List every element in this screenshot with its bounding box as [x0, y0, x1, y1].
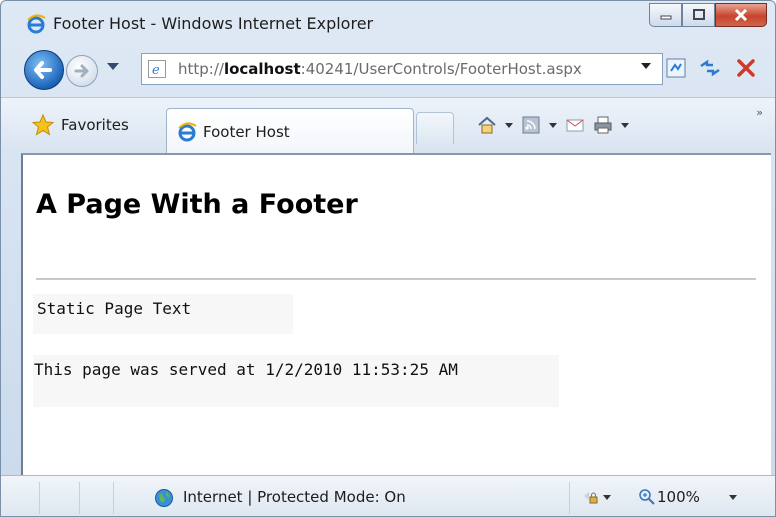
security-dropdown[interactable]	[603, 495, 611, 500]
internet-zone-globe-icon	[155, 489, 173, 507]
static-page-text: Static Page Text	[37, 299, 192, 318]
address-dropdown-button[interactable]	[641, 63, 651, 69]
minimize-icon	[660, 15, 671, 20]
back-button[interactable]	[24, 50, 64, 90]
status-segment	[79, 482, 80, 514]
browser-window: Footer Host - Windows Internet Explorer …	[0, 0, 776, 517]
page-favicon-icon: e	[148, 60, 166, 78]
page-heading: A Page With a Footer	[36, 189, 358, 220]
close-icon	[734, 9, 748, 21]
maximize-button[interactable]	[682, 3, 715, 27]
command-bar	[477, 112, 629, 138]
forward-arrow-icon	[74, 64, 89, 78]
compatibility-view-icon[interactable]	[665, 57, 687, 79]
maximize-icon	[692, 9, 705, 20]
url-path: :40241/UserControls/FooterHost.aspx	[300, 60, 582, 78]
tab-label: Footer Host	[203, 123, 290, 141]
title-bar: Footer Host - Windows Internet Explorer	[1, 1, 775, 43]
horizontal-rule	[36, 278, 756, 280]
url-host: localhost	[223, 60, 301, 78]
feeds-dropdown[interactable]	[549, 122, 557, 128]
print-icon[interactable]	[593, 115, 613, 135]
home-dropdown[interactable]	[505, 122, 513, 128]
close-window-button[interactable]	[715, 3, 767, 27]
status-segment	[113, 482, 114, 514]
svg-text:e: e	[152, 63, 160, 78]
navigation-bar: e http://localhost:40241/UserControls/Fo…	[1, 43, 775, 97]
feeds-icon[interactable]	[521, 115, 541, 135]
back-arrow-icon	[34, 61, 52, 79]
stop-icon[interactable]	[735, 57, 757, 79]
status-segment	[39, 482, 40, 514]
ie-tab-icon	[178, 122, 197, 142]
read-mail-icon[interactable]	[565, 115, 585, 135]
zoom-level[interactable]: 100%	[657, 488, 700, 506]
zoom-icon[interactable]	[638, 488, 656, 506]
print-dropdown[interactable]	[621, 122, 629, 128]
favorites-star-icon	[31, 113, 55, 136]
caption-buttons	[649, 3, 767, 29]
status-bar: Internet | Protected Mode: On 100%	[1, 475, 775, 516]
favorites-bar: Favorites Footer Host »	[1, 97, 775, 153]
window-title: Footer Host - Windows Internet Explorer	[53, 14, 374, 33]
more-commands-chevron[interactable]: »	[756, 106, 763, 119]
favorites-label: Favorites	[61, 116, 129, 134]
forward-button[interactable]	[66, 55, 98, 87]
new-tab-button[interactable]	[416, 112, 454, 144]
refresh-icon[interactable]	[697, 55, 723, 81]
footer-served-time: This page was served at 1/2/2010 11:53:2…	[34, 360, 458, 379]
home-icon[interactable]	[477, 115, 497, 135]
address-url: http://localhost:40241/UserControls/Foot…	[178, 60, 582, 78]
favorites-button[interactable]: Favorites	[31, 112, 129, 138]
tab-footer-host[interactable]: Footer Host	[166, 108, 414, 153]
url-scheme: http://	[178, 60, 224, 78]
page-content: A Page With a Footer Static Page Text Th…	[21, 153, 771, 475]
ie-logo-icon	[27, 14, 46, 34]
status-segment	[569, 482, 570, 514]
security-zone-text[interactable]: Internet | Protected Mode: On	[183, 488, 406, 506]
address-bar[interactable]: e http://localhost:40241/UserControls/Fo…	[141, 53, 663, 85]
minimize-button[interactable]	[649, 3, 682, 27]
zoom-dropdown[interactable]	[729, 495, 737, 500]
recent-pages-dropdown[interactable]	[107, 63, 119, 70]
protected-mode-lock-icon[interactable]	[581, 488, 599, 506]
